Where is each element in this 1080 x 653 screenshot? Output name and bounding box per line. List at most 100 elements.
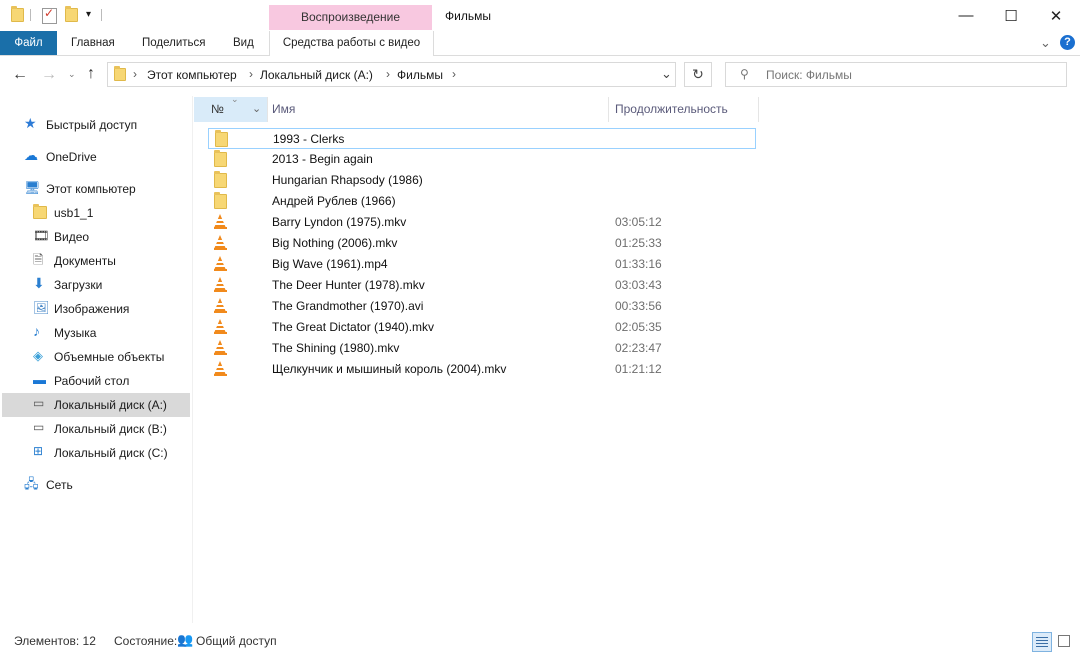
picture-icon: 🖼 [33,300,50,315]
forward-arrow-icon[interactable]: → [41,66,57,84]
file-duration: 01:21:12 [615,362,662,376]
file-row[interactable]: Щелкунчик и мышиный король (2004).mkv 01:… [208,359,756,380]
refresh-button[interactable]: ↻ [684,62,712,87]
maximize-button[interactable]: ☐ [988,0,1034,31]
breadcrumb-this-pc[interactable]: Этот компьютер [147,68,237,82]
details-view-button[interactable] [1032,632,1052,652]
file-name: 1993 - Clerks [273,132,345,146]
sidebar-item[interactable]: 🖼 Изображения [2,297,190,321]
sidebar-item-label: Локальный диск (B:) [54,422,167,436]
cube-icon: ◈ [33,348,43,363]
breadcrumb-separator[interactable]: › [386,67,390,81]
back-arrow-icon[interactable]: ← [12,66,28,84]
sidebar-item[interactable]: ★ Быстрый доступ [2,113,190,137]
state-value: Общий доступ [196,634,277,648]
recent-locations-icon[interactable]: ⌄ [68,69,76,80]
file-duration: 01:33:16 [615,257,662,271]
up-arrow-icon[interactable]: ↑ [87,65,95,83]
sidebar-item-label: Локальный диск (A:) [54,398,167,412]
sidebar-item[interactable]: 🖧 Сеть [2,473,190,497]
sidebar-item[interactable]: ♪ Музыка [2,321,190,345]
minimize-button[interactable]: — [943,0,989,31]
breadcrumb-films[interactable]: Фильмы [397,68,443,82]
sidebar-item-label: Изображения [54,302,130,316]
file-row[interactable]: Big Wave (1961).mp4 01:33:16 [208,254,756,275]
new-folder-icon[interactable] [65,6,78,22]
sidebar-item[interactable]: ☁ OneDrive [2,145,190,169]
item-count: Элементов: 12 [14,634,96,648]
file-duration: 03:03:43 [615,278,662,292]
file-name: Щелкунчик и мышиный король (2004).mkv [272,362,507,376]
state-label: Состояние: [114,634,178,648]
file-row[interactable]: The Great Dictator (1940).mkv 02:05:35 [208,317,756,338]
sidebar-item[interactable]: 🎞 Видео [2,225,190,249]
breadcrumb-separator[interactable]: › [249,67,253,81]
film-icon: 🎞 [33,228,50,243]
file-row[interactable]: Hungarian Rhapsody (1986) [208,170,756,191]
file-row[interactable]: 2013 - Begin again [208,149,756,170]
file-row[interactable]: 1993 - Clerks [208,128,756,149]
sidebar-item-label: OneDrive [46,150,97,164]
column-divider[interactable] [608,97,609,122]
vlc-cone-icon [214,340,227,355]
properties-icon[interactable]: ✓ [42,6,57,24]
sidebar-item[interactable]: ⊞ Локальный диск (C:) [2,441,190,465]
breadcrumb-separator[interactable]: › [452,67,456,81]
tab-view[interactable]: Вид [233,31,254,55]
file-name: Hungarian Rhapsody (1986) [272,173,423,187]
tab-video-tools[interactable]: Средства работы с видео [269,31,434,56]
column-divider[interactable] [758,97,759,122]
breadcrumb-separator: › [133,67,137,81]
sidebar-item[interactable]: usb1_1 [2,201,190,225]
file-duration: 02:05:35 [615,320,662,334]
windows-drive-icon: ⊞ [33,444,44,458]
file-row[interactable]: Big Nothing (2006).mkv 01:25:33 [208,233,756,254]
download-icon: ⬇ [33,275,45,291]
large-icons-view-button[interactable] [1055,632,1075,652]
vlc-cone-icon [214,319,227,334]
column-duration[interactable]: Продолжительность [615,97,728,122]
column-dropdown-icon[interactable]: ⌄ [252,102,261,115]
vlc-cone-icon [214,256,227,271]
network-icon: 🖧 [24,476,39,491]
tab-home[interactable]: Главная [71,31,115,55]
address-bar[interactable]: › Этот компьютер › Локальный диск (A:) ›… [107,62,676,87]
close-button[interactable]: ✕ [1033,0,1079,31]
tab-file[interactable]: Файл [0,31,57,55]
column-header: № ⌄ ⌄ Имя Продолжительность [193,94,1080,122]
cloud-icon: ☁ [24,147,38,163]
file-row[interactable]: The Shining (1980).mkv 02:23:47 [208,338,756,359]
sidebar-item[interactable]: 🖥 Этот компьютер [2,177,190,201]
sidebar-item[interactable]: ◈ Объемные объекты [2,345,190,369]
vlc-cone-icon [214,298,227,313]
help-icon[interactable]: ? [1060,35,1075,50]
customize-quick-access-icon[interactable]: ▾ [86,9,91,20]
column-divider[interactable] [267,97,268,122]
file-name: Barry Lyndon (1975).mkv [272,215,407,229]
sidebar-item-label: Этот компьютер [46,182,136,196]
file-row[interactable]: Андрей Рублев (1966) [208,191,756,212]
sidebar-item[interactable]: 🗎 Документы [2,249,190,273]
sidebar-item[interactable]: ⬇ Загрузки [2,273,190,297]
sidebar-item[interactable]: ▭ Локальный диск (B:) [2,417,190,441]
search-icon: ⚲ [740,67,749,81]
sidebar-item-label: Объемные объекты [54,350,165,364]
file-row[interactable]: The Grandmother (1970).avi 00:33:56 [208,296,756,317]
sidebar-item-label: Загрузки [54,278,103,292]
collapse-ribbon-icon[interactable]: ⌄ [1040,31,1051,55]
column-name[interactable]: Имя [272,97,295,122]
file-name: Андрей Рублев (1966) [272,194,396,208]
sidebar-item-label: usb1_1 [54,206,94,220]
search-input[interactable]: ⚲ Поиск: Фильмы [725,62,1067,87]
file-row[interactable]: Barry Lyndon (1975).mkv 03:05:12 [208,212,756,233]
sidebar-item[interactable]: ▭ Локальный диск (A:) [2,393,190,417]
sidebar-item[interactable]: ▬ Рабочий стол [2,369,190,393]
address-dropdown-icon[interactable]: ⌄ [661,66,672,82]
tab-share[interactable]: Поделиться [142,31,206,55]
vlc-cone-icon [214,214,227,229]
drive-icon: ▭ [33,420,45,434]
file-name: The Great Dictator (1940).mkv [272,320,435,334]
file-row[interactable]: The Deer Hunter (1978).mkv 03:03:43 [208,275,756,296]
file-name: The Grandmother (1970).avi [272,299,424,313]
breadcrumb-drive-a[interactable]: Локальный диск (A:) [260,68,373,82]
